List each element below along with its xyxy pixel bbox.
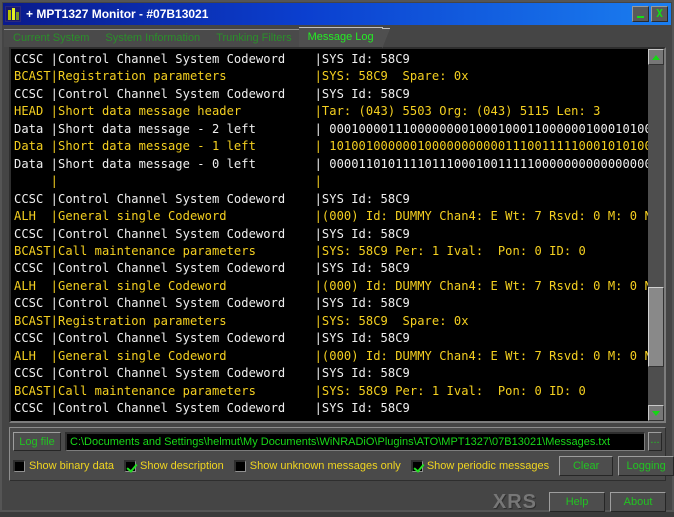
log-line: CCSC |Control Channel System Codeword |S… xyxy=(14,296,410,311)
checkbox-box[interactable] xyxy=(13,460,25,472)
checkbox-show-description[interactable]: Show description xyxy=(124,460,224,472)
log-line: ALH |General single Codeword |(000) Id: … xyxy=(14,348,648,363)
log-file-path-value: C:\Documents and Settings\helmut\My Docu… xyxy=(70,436,611,448)
close-button[interactable]: X xyxy=(651,6,668,22)
scroll-down-button[interactable] xyxy=(648,405,664,421)
tab-bar: Current System System Information Trunki… xyxy=(4,27,670,49)
log-line: ALH |General single Codeword |(000) Id: … xyxy=(14,278,648,293)
log-line: CCSC |Control Channel System Codeword |S… xyxy=(14,226,410,241)
log-file-button[interactable]: Log file xyxy=(13,432,61,451)
log-line: ALH |General single Codeword |(000) Id: … xyxy=(14,209,648,224)
mpt1327-monitor-window: + MPT1327 Monitor - #07B13021 X Current … xyxy=(0,0,674,513)
tab-message-log[interactable]: Message Log xyxy=(298,27,390,49)
tab-label: Message Log xyxy=(307,31,374,43)
checkbox-label: Show description xyxy=(140,460,224,472)
scroll-thumb[interactable] xyxy=(648,287,664,367)
log-line: CCSC |Control Channel System Codeword |S… xyxy=(14,191,410,206)
log-line: BCAST|Registration parameters |SYS: 58C9… xyxy=(14,313,469,328)
tab-trunking-filters[interactable]: Trunking Filters xyxy=(207,29,308,49)
tab-label: Current System xyxy=(13,32,90,44)
app-bars-icon xyxy=(5,6,21,22)
log-vertical-scrollbar[interactable] xyxy=(648,49,664,421)
checkbox-show-binary-data[interactable]: Show binary data xyxy=(13,460,114,472)
log-line: Data |Short data message - 2 left | 0001… xyxy=(14,121,648,136)
title-bar[interactable]: + MPT1327 Monitor - #07B13021 X xyxy=(3,3,671,25)
checkbox-label: Show unknown messages only xyxy=(249,460,401,472)
about-button[interactable]: About xyxy=(610,492,666,512)
tab-system-information[interactable]: System Information xyxy=(96,29,217,49)
log-line: HEAD |Short data message header |Tar: (0… xyxy=(14,104,601,119)
log-line: CCSC |Control Channel System Codeword |S… xyxy=(14,401,410,416)
log-line: CCSC |Control Channel System Codeword |S… xyxy=(14,331,410,346)
checkbox-box[interactable] xyxy=(410,460,423,472)
scroll-track[interactable] xyxy=(648,65,664,405)
xrs-brand-logo: XRS xyxy=(492,490,537,513)
minimize-button[interactable] xyxy=(632,6,649,22)
log-line: Data |Short data message - 0 left | 0000… xyxy=(14,156,648,171)
tab-label: System Information xyxy=(105,32,201,44)
window-title: + MPT1327 Monitor - #07B13021 xyxy=(26,7,209,21)
browse-button[interactable]: ... xyxy=(648,432,662,451)
tab-label: Trunking Filters xyxy=(216,32,292,44)
log-line: CCSC |Control Channel System Codeword |S… xyxy=(14,261,410,276)
log-file-row: Log file C:\Documents and Settings\helmu… xyxy=(13,432,662,451)
checkbox-show-unknown-messages-only[interactable]: Show unknown messages only xyxy=(233,460,401,472)
window-controls: X xyxy=(632,6,668,22)
log-line: | | xyxy=(14,174,322,189)
options-row: Show binary data Show description Show u… xyxy=(13,456,674,476)
checkbox-show-periodic-messages[interactable]: Show periodic messages xyxy=(410,460,550,472)
log-line: Data |Short data message - 1 left | 1010… xyxy=(14,139,648,154)
checkbox-label: Show binary data xyxy=(29,460,114,472)
log-line: CCSC |Control Channel System Codeword |S… xyxy=(14,86,410,101)
help-button[interactable]: Help xyxy=(549,492,605,512)
checkbox-box[interactable] xyxy=(124,460,136,472)
tab-current-system[interactable]: Current System xyxy=(4,29,106,49)
log-line: CCSC |Control Channel System Codeword |S… xyxy=(14,52,410,66)
scroll-up-button[interactable] xyxy=(648,49,664,65)
log-line: CCSC |Control Channel System Codeword |S… xyxy=(14,366,410,381)
message-log-view[interactable]: CCSC |Control Channel System Codeword |S… xyxy=(11,49,648,421)
log-file-path-field[interactable]: C:\Documents and Settings\helmut\My Docu… xyxy=(65,432,645,451)
minimize-icon xyxy=(637,15,644,18)
log-line: BCAST|Call maintenance parameters |SYS: … xyxy=(14,383,586,398)
arrow-up-icon xyxy=(652,54,660,60)
message-log-panel: CCSC |Control Channel System Codeword |S… xyxy=(9,47,666,423)
checkbox-label: Show periodic messages xyxy=(426,460,550,472)
tab-slant xyxy=(381,28,390,49)
log-line: BCAST|Call maintenance parameters |SYS: … xyxy=(14,243,586,258)
log-line: BCAST|Registration parameters |SYS: 58C9… xyxy=(14,69,469,84)
log-controls-panel: Log file C:\Documents and Settings\helmu… xyxy=(9,427,674,481)
arrow-down-icon xyxy=(652,410,660,416)
footer-bar: XRS Help About xyxy=(9,487,666,517)
clear-button[interactable]: Clear xyxy=(559,456,614,476)
logging-button[interactable]: Logging xyxy=(618,456,674,476)
checkbox-box[interactable] xyxy=(233,460,246,472)
